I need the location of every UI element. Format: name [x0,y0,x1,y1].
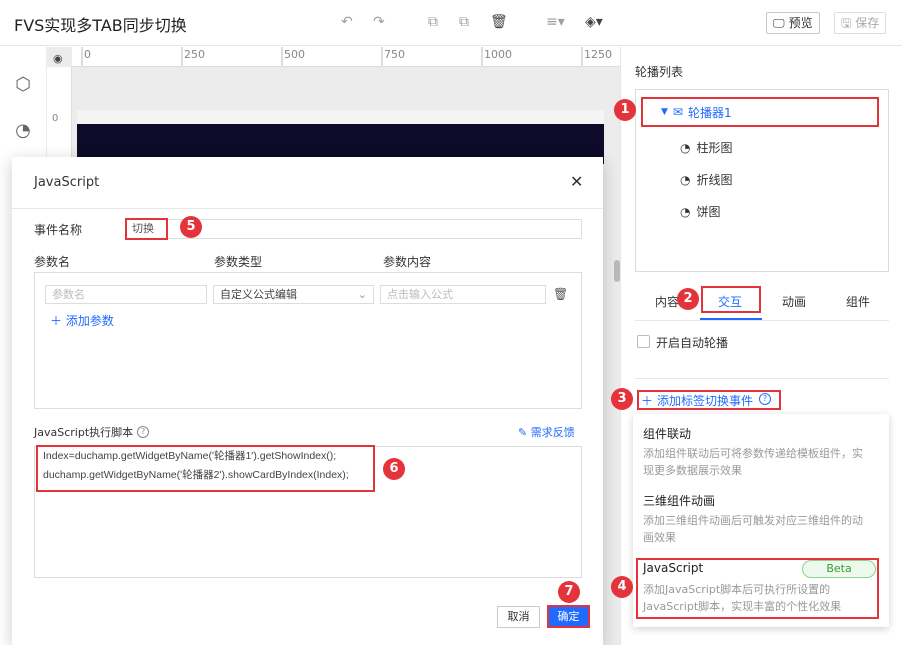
param-content-header: 参数内容 [383,255,432,269]
layer-icon[interactable]: ◈▾ [585,14,603,30]
ruler-tick-label: 750 [384,48,405,61]
confirm-button[interactable]: 确定 [547,605,590,628]
tree-item-line-chart[interactable]: ◔ 折线图 [680,171,733,188]
ruler-tick-label: 250 [184,48,205,61]
add-param-label: 添加参数 [65,314,114,328]
script-line: duchamp.getWidgetByName('轮播器2').showCard… [43,469,349,481]
cube-icon[interactable]: ⬡ [12,74,34,96]
step-marker-4: 4 [611,576,633,598]
add-event-label: 添加标签切换事件 [657,393,754,408]
event-name-value[interactable]: 切换 [125,218,168,240]
plus-icon: ＋ [50,314,63,328]
section-divider [635,378,889,379]
eye-icon[interactable]: ◉ [53,52,63,65]
option-3d-animation-desc: 添加三维组件动画后可触发对应三维组件的动画效果 [643,514,863,544]
pie-icon: ◔ [680,140,691,155]
plus-icon: ＋ [641,393,654,408]
horizontal-ruler: 0 250 500 750 1000 1250 [72,47,620,67]
edit-icon: ✎ [518,426,528,439]
tree-item-carousel-1[interactable]: ▼ ✉ 轮播器1 [641,97,879,127]
step-marker-6: 6 [383,458,405,480]
preview-button[interactable]: 🖵 预览 [766,12,820,34]
tabs-divider [635,320,889,321]
param-name-input[interactable]: 参数名 [45,285,207,304]
preview-label: 预览 [788,16,813,30]
tree-item-label: 饼图 [696,205,721,219]
caret-down-icon: ▼ [661,107,668,117]
ruler-tick-label: 1250 [584,48,612,61]
script-line: Index=duchamp.getWidgetByName('轮播器1').ge… [43,450,337,462]
param-type-header: 参数类型 [214,255,263,269]
option-3d-animation-title[interactable]: 三维组件动画 [643,492,715,509]
step-marker-7: 7 [558,581,580,603]
carousel-list-title: 轮播列表 [635,65,684,79]
option-javascript-title[interactable]: JavaScript [643,561,703,575]
step-marker-1: 1 [614,99,636,121]
feedback-label: 需求反馈 [530,426,575,439]
param-content-input[interactable]: 点击输入公式 [380,285,546,304]
paste-icon[interactable]: ⧉ [459,14,469,30]
pie-icon: ◔ [680,172,691,187]
option-widget-linkage-desc: 添加组件联动后可将参数传递给模板组件，实现更多数据展示效果 [643,447,863,477]
app-title: FVS实现多TAB同步切换 [14,16,187,35]
trash-icon[interactable]: 🗑 [553,287,568,301]
tab-component[interactable]: 组件 [846,293,870,310]
param-type-select[interactable]: 自定义公式编辑 ⌄ [213,285,374,304]
copy-icon[interactable]: ⧉ [428,14,438,30]
param-name-header: 参数名 [34,255,71,269]
option-widget-linkage-title[interactable]: 组件联动 [643,425,691,442]
script-code[interactable]: Index=duchamp.getWidgetByName('轮播器1').ge… [36,445,375,492]
tab-interaction-highlight [701,286,761,313]
feedback-link[interactable]: ✎ 需求反馈 [518,424,575,440]
tree-item-bar-chart[interactable]: ◔ 柱形图 [680,139,733,156]
autoplay-label: 开启自动轮播 [656,336,729,350]
save-icon: 🖫 [841,16,852,30]
save-label: 保存 [855,16,880,30]
redo-icon[interactable]: ↷ [373,14,385,30]
carousel-icon: ✉ [672,105,683,119]
help-icon[interactable]: ? [759,393,771,405]
step-marker-5: 5 [180,216,202,238]
tab-active-underline [700,318,762,320]
script-label-text: JavaScript执行脚本 [34,426,134,439]
beta-badge: Beta [802,560,876,578]
option-javascript-desc: 添加JavaScript脚本后可执行所设置的JavaScript脚本，实现丰富的… [643,583,842,613]
autoplay-checkbox[interactable] [637,335,650,348]
tab-content[interactable]: 内容 [655,293,679,310]
chevron-down-icon: ⌄ [357,288,367,301]
pie-chart-icon[interactable]: ◔ [12,120,34,142]
dialog-divider [12,208,603,209]
tab-animation[interactable]: 动画 [782,293,806,310]
dialog-title: JavaScript [34,175,100,190]
delete-icon[interactable]: 🗑 [490,14,508,30]
cancel-button[interactable]: 取消 [497,606,540,628]
close-icon[interactable]: ✕ [570,172,583,191]
ruler-v-label: 0 [52,113,59,124]
script-label: JavaScript执行脚本 ? [34,424,150,440]
tree-item-label: 柱形图 [696,141,733,155]
ruler-tick-label: 0 [84,48,91,61]
step-marker-2: 2 [677,288,699,310]
align-icon[interactable]: ≡▾ [546,14,565,30]
ruler-tick-label: 1000 [484,48,512,61]
undo-icon[interactable]: ↶ [341,14,353,30]
tree-item-label: 折线图 [696,173,733,187]
tree-item-pie-chart[interactable]: ◔ 饼图 [680,203,721,220]
step-marker-3: 3 [611,388,633,410]
add-param-button[interactable]: ＋ 添加参数 [50,312,114,329]
save-button[interactable]: 🖫 保存 [834,12,887,34]
event-name-label: 事件名称 [34,223,83,237]
help-icon[interactable]: ? [137,426,150,438]
ruler-tick-label: 500 [284,48,305,61]
tree-root-label: 轮播器1 [687,105,732,120]
param-type-value: 自定义公式编辑 [220,288,297,301]
monitor-icon: 🖵 [773,16,785,30]
pie-icon: ◔ [680,204,691,219]
